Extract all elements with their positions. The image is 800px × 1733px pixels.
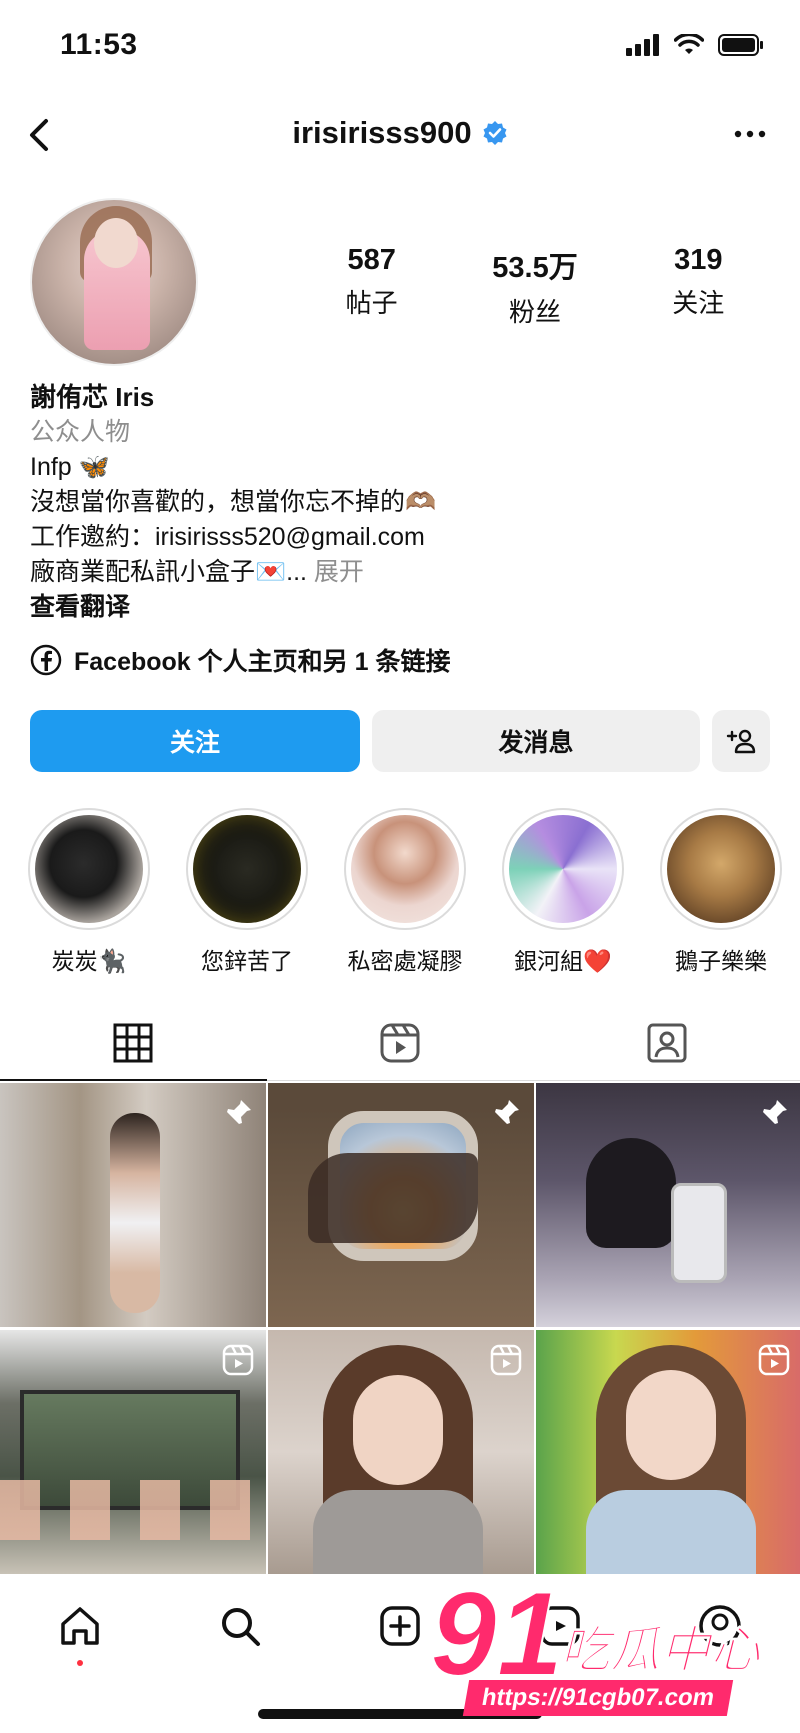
profile-display-name: 謝侑芯 Iris (30, 382, 155, 412)
add-person-icon (726, 729, 756, 754)
stat-followers[interactable]: 53.5万 粉丝 (460, 244, 610, 329)
profile-avatar[interactable] (30, 198, 198, 366)
watermark-logo: 91 吃瓜中心 https://91cgb07.com (429, 1573, 790, 1724)
battery-icon (718, 34, 763, 56)
follow-button[interactable]: 关注 (30, 710, 360, 772)
highlight-item[interactable]: 鵝子樂樂 (660, 808, 782, 976)
post-thumbnail[interactable] (0, 1083, 266, 1327)
profile-username: irisirisss900 (292, 115, 472, 150)
tab-tagged[interactable] (533, 1005, 800, 1080)
post-thumbnail[interactable] (0, 1330, 266, 1574)
nav-create[interactable] (360, 1596, 440, 1656)
highlight-item[interactable]: 銀河組❤️ (502, 808, 624, 976)
reels-icon (380, 1023, 420, 1062)
reel-icon (758, 1344, 790, 1376)
notification-dot (77, 1660, 83, 1666)
posts-grid (0, 1083, 800, 1575)
highlight-item[interactable]: 炭炭🐈‍⬛ (28, 808, 150, 976)
profile-links[interactable]: Facebook 个人主页和另 1 条链接 (30, 642, 450, 678)
post-thumbnail[interactable] (536, 1330, 800, 1574)
tab-reels[interactable] (267, 1005, 534, 1080)
reel-icon (222, 1344, 254, 1376)
profile-stats: 587 帖子 53.5万 粉丝 319 关注 (290, 244, 780, 329)
message-button[interactable]: 发消息 (372, 710, 700, 772)
signal-icon (626, 34, 659, 56)
highlight-item[interactable]: 您鋅苦了 (186, 808, 308, 976)
post-thumbnail[interactable] (536, 1083, 800, 1327)
bio-line: 沒想當你喜歡的，想當你忘不掉的🫶🏽 (30, 488, 437, 516)
verified-badge-icon (483, 121, 507, 145)
status-bar: 11:53 (0, 0, 800, 100)
wifi-icon (674, 34, 704, 54)
bio-line-last: 廠商業配私訊小盒子💌... 展开 (30, 558, 364, 586)
pinned-icon (226, 1100, 251, 1125)
watermark-url: https://91cgb07.com (462, 1680, 734, 1716)
stat-posts[interactable]: 587 帖子 (297, 244, 447, 329)
story-highlights: 炭炭🐈‍⬛ 您鋅苦了 私密處凝膠 銀河組❤️ 鵝子樂樂 (28, 808, 800, 976)
tab-posts-grid[interactable] (0, 1005, 267, 1081)
search-icon (222, 1608, 260, 1646)
pinned-icon (762, 1100, 787, 1125)
profile-actions: 关注 发消息 (30, 710, 770, 772)
bio-more-link[interactable]: 展开 (314, 558, 364, 586)
tagged-icon (647, 1023, 687, 1062)
profile-category: 公众人物 (30, 418, 131, 446)
profile-username-row: irisirisss900 (0, 115, 800, 151)
more-options-icon[interactable] (730, 119, 770, 149)
profile-bio: 謝侑芯 Iris 公众人物 Infp 🦋 沒想當你喜歡的，想當你忘不掉的🫶🏽 工… (30, 380, 770, 625)
status-icons (626, 34, 764, 56)
grid-icon (113, 1023, 153, 1062)
profile-tabs (0, 1005, 800, 1081)
reel-icon (490, 1344, 522, 1376)
nav-search[interactable] (200, 1596, 280, 1656)
pinned-icon (494, 1100, 519, 1125)
suggest-people-button[interactable] (712, 710, 770, 772)
bio-line: Infp 🦋 (30, 453, 110, 481)
bio-line: 工作邀約：irisirisss520@gmail.com (30, 523, 425, 551)
stat-following[interactable]: 319 关注 (623, 244, 773, 329)
home-icon (61, 1607, 99, 1645)
facebook-icon (30, 644, 62, 676)
highlight-item[interactable]: 私密處凝膠 (344, 808, 466, 976)
add-post-icon (380, 1606, 420, 1646)
post-thumbnail[interactable] (268, 1330, 534, 1574)
see-translation-link[interactable]: 查看翻译 (30, 590, 770, 625)
status-time: 11:53 (60, 28, 138, 61)
profile-header: irisirisss900 (0, 105, 800, 165)
nav-home[interactable] (40, 1596, 120, 1666)
post-thumbnail[interactable] (268, 1083, 534, 1327)
